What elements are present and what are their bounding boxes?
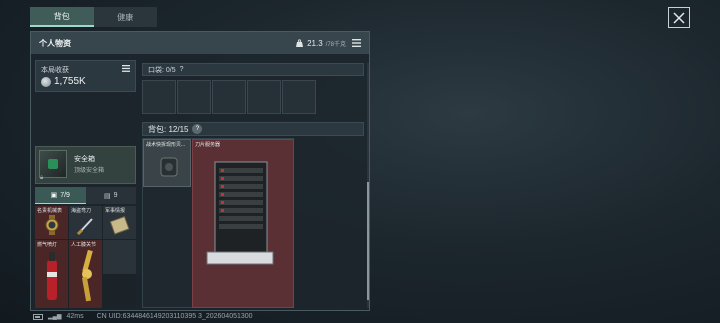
backpack-grid: 战术快拆现形贝... 刀片服务器 — [142, 138, 294, 308]
briefcase-icon: ▣ — [50, 192, 58, 199]
pocket-help[interactable]: ? — [180, 66, 184, 73]
safe-other-count: 9 — [113, 192, 118, 199]
menu-icon[interactable] — [352, 39, 361, 47]
pocket-header: 口袋: 0/5 ? — [142, 63, 364, 76]
pocket-slot[interactable] — [282, 80, 316, 114]
battery-icon — [33, 313, 43, 320]
safe-box-icon — [39, 150, 67, 178]
pocket-slot[interactable] — [177, 80, 211, 114]
tab-safe-other[interactable]: ▤ 9 — [85, 187, 136, 204]
pocket-slot[interactable] — [247, 80, 281, 114]
box-icon: ▤ — [103, 192, 111, 200]
safe-items-count: 7/9 — [60, 191, 70, 199]
safe-box-grid: 名贵机械表 海盗弯刀 军事情报 燃气喷灯 人工膝关节 — [35, 206, 136, 308]
weight-current: 21.3 — [307, 38, 323, 48]
item-tactical-belt[interactable]: 战术快拆现形贝... — [143, 139, 191, 187]
server-rack-icon — [206, 161, 274, 265]
item-label: 军事情报 — [105, 208, 126, 214]
item-luxury-watch[interactable]: 名贵机械表 — [35, 206, 68, 240]
item-artificial-knee[interactable]: 人工膝关节 — [69, 240, 102, 308]
item-blade-server[interactable]: 刀片服务器 — [192, 139, 294, 308]
weight-icon — [296, 38, 304, 47]
close-icon — [673, 11, 685, 24]
signal-icon: ▂▄▆ — [48, 314, 62, 320]
earnings-value: 1,755K — [41, 76, 86, 87]
weight-indicator: 21.3/78千克 — [295, 39, 361, 48]
ping: 42ms — [66, 313, 84, 320]
backpack-help[interactable]: ? — [192, 124, 203, 134]
pocket-slot[interactable] — [142, 80, 176, 114]
item-label: 海盗弯刀 — [71, 208, 92, 214]
gadget-icon — [160, 157, 178, 177]
lock-icon: 🔒︎ — [40, 175, 44, 181]
uid-text: CN UID:6344846149203110395 3_20260405130… — [96, 313, 253, 320]
tab-backpack[interactable]: 背包 — [30, 7, 94, 27]
weight-max: /78千克 — [325, 41, 346, 48]
empty-slot[interactable] — [103, 240, 136, 274]
item-label: 名贵机械表 — [37, 208, 63, 214]
backpack-header: 背包: 12/15 ? — [142, 122, 364, 136]
item-gas-torch[interactable]: 燃气喷灯 — [35, 240, 68, 308]
item-label: 人工膝关节 — [71, 242, 97, 249]
earnings-card: 本局收获 1,755K — [35, 60, 136, 92]
panel-header: 个人物资 21.3/78千克 — [31, 32, 369, 54]
knee-joint-icon — [81, 250, 93, 302]
tab-safe-items[interactable]: ▣ 7/9 — [35, 187, 86, 204]
item-military-intel[interactable]: 军事情报 — [103, 206, 136, 240]
pocket-slots — [142, 80, 316, 114]
panel-title: 个人物资 — [39, 38, 71, 48]
document-icon — [109, 215, 130, 235]
safe-box-name: 安全箱 — [74, 156, 95, 163]
torch-icon — [47, 252, 57, 301]
item-label: 战术快拆现形贝... — [146, 142, 186, 148]
coin-icon — [41, 76, 51, 87]
safe-box-tabs: ▣ 7/9 ▤ 9 — [35, 187, 136, 204]
watch-icon — [45, 215, 59, 235]
sword-icon — [76, 218, 93, 236]
inventory-panel: 个人物资 21.3/78千克 本局收获 1,755K 安全箱 顶级安全箱 🔒︎ — [30, 31, 370, 311]
item-label: 刀片服务器 — [195, 142, 221, 148]
safe-box-card[interactable]: 安全箱 顶级安全箱 🔒︎ — [35, 146, 136, 184]
pocket-slot[interactable] — [212, 80, 246, 114]
item-pirate-cutlass[interactable]: 海盗弯刀 — [69, 206, 102, 240]
earnings-label: 本局收获 — [41, 67, 69, 74]
item-label: 燃气喷灯 — [37, 242, 58, 249]
scrollbar-thumb[interactable] — [367, 182, 369, 300]
earnings-amount: 1,755K — [54, 76, 86, 87]
tab-health[interactable]: 健康 — [93, 7, 157, 27]
backpack-label: 背包: 12/15 — [148, 124, 189, 134]
pocket-label: 口袋: 0/5 — [148, 66, 176, 74]
list-icon[interactable] — [122, 65, 130, 72]
top-tabs: 背包 健康 — [30, 7, 157, 27]
status-footer: ▂▄▆ 42ms CN UID:6344846149203110395 3_20… — [33, 313, 253, 320]
safe-box-subtitle: 顶级安全箱 — [74, 168, 105, 174]
close-button[interactable] — [668, 7, 690, 28]
